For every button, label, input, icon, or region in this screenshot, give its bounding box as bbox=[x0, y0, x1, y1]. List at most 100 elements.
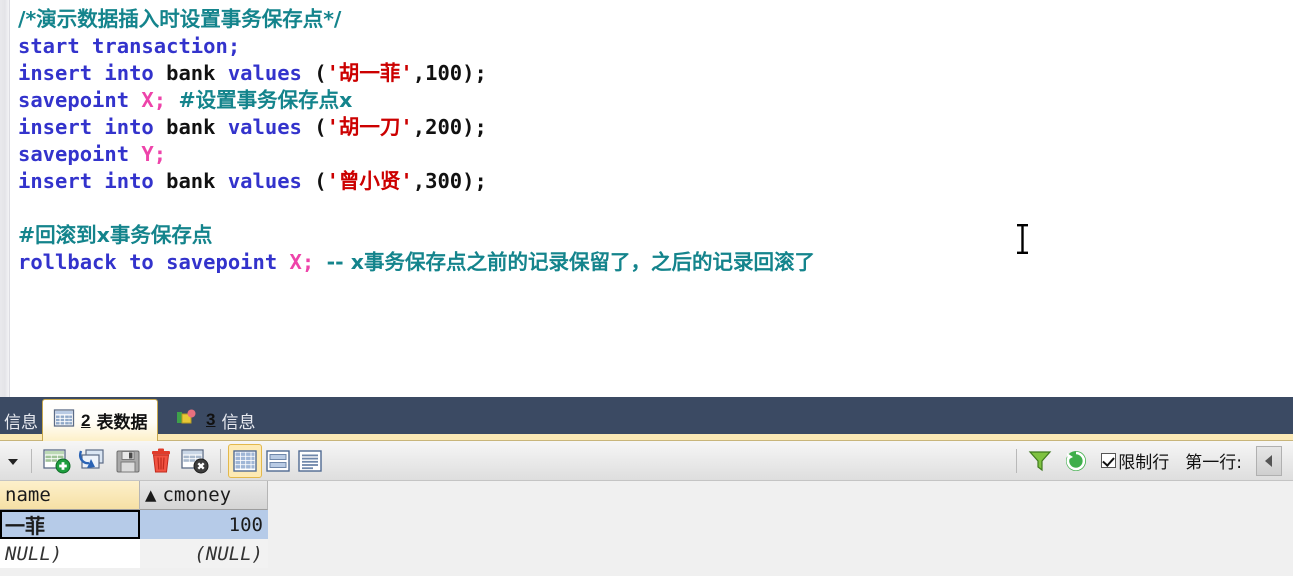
code-token: X bbox=[141, 88, 154, 112]
grid-header-row: name ▲ cmoney bbox=[0, 481, 268, 510]
tab-info-2-label: 信息 bbox=[221, 412, 256, 433]
code-token: ( bbox=[301, 61, 327, 85]
toolbar-separator-2 bbox=[220, 448, 221, 473]
form-view-icon[interactable] bbox=[262, 444, 294, 478]
table-row[interactable]: NULL) (NULL) bbox=[0, 539, 268, 568]
limit-rows-label: 限制行 bbox=[1118, 453, 1170, 473]
code-token: -- x事务保存点之前的记录保留了，之后的记录回滚了 bbox=[326, 250, 815, 274]
cell-cname[interactable]: 一菲 bbox=[0, 510, 140, 539]
tab-info-2[interactable]: 3 信息 bbox=[166, 399, 265, 441]
cell-cmoney[interactable]: (NULL) bbox=[140, 539, 268, 568]
table-row[interactable]: 一菲 100 bbox=[0, 510, 268, 539]
code-token: 胡一刀 bbox=[338, 115, 401, 139]
tab-info-1-label: 信息 bbox=[4, 412, 38, 433]
sql-editor[interactable]: /*演示数据插入时设置事务保存点*/start transaction; inse… bbox=[0, 0, 1293, 397]
code-line: #回滚到x事务保存点 bbox=[18, 222, 815, 249]
tab-table-data-number: 2 bbox=[81, 410, 91, 430]
toolbar-separator-3 bbox=[1016, 448, 1018, 473]
code-token: 胡一菲 bbox=[338, 61, 401, 85]
code-token: bank bbox=[153, 115, 228, 139]
sql-code-text[interactable]: /*演示数据插入时设置事务保存点*/start transaction; inse… bbox=[18, 6, 815, 276]
column-header-cmoney[interactable]: ▲ cmoney bbox=[140, 481, 268, 510]
code-token: ' bbox=[326, 169, 339, 193]
table-grid-icon bbox=[53, 408, 75, 433]
code-line: /*演示数据插入时设置事务保存点*/ bbox=[18, 6, 815, 33]
code-token: values bbox=[227, 169, 302, 193]
prev-row-button[interactable] bbox=[1253, 444, 1285, 478]
code-token: ; bbox=[153, 142, 167, 166]
code-token: #设置事务保存点x bbox=[178, 88, 353, 112]
code-line: insert into bank values ('曾小贤',300); bbox=[18, 168, 815, 195]
filter-funnel-icon[interactable] bbox=[1024, 444, 1056, 478]
limit-rows-checkbox-box bbox=[1101, 453, 1117, 468]
column-header-cmoney-label: cmoney bbox=[162, 484, 232, 506]
code-token: /*演示数据插入时设置事务保存点*/ bbox=[18, 7, 342, 31]
text-view-icon[interactable] bbox=[294, 444, 326, 478]
code-token: rollback to savepoint bbox=[18, 250, 290, 274]
toolbar-separator-1 bbox=[31, 448, 32, 473]
code-line: insert into bank values ('胡一刀',200); bbox=[18, 114, 815, 141]
message-icon bbox=[176, 408, 200, 433]
code-token: ' bbox=[326, 115, 339, 139]
code-token: ,100); bbox=[412, 61, 487, 85]
apply-changes-icon[interactable] bbox=[75, 444, 111, 478]
result-pane: 信息 2 表数据 3 信息 限制行 第一行: name ▲ cmoney 一菲 … bbox=[0, 397, 1293, 576]
code-token: ,200); bbox=[412, 115, 487, 139]
code-token: X bbox=[289, 250, 302, 274]
code-token: ; bbox=[153, 88, 179, 112]
tab-table-data-label: 表数据 bbox=[96, 413, 148, 433]
code-token: Y bbox=[141, 142, 154, 166]
data-grid[interactable]: name ▲ cmoney 一菲 100 NULL) (NULL) bbox=[0, 481, 268, 568]
code-line: savepoint Y; bbox=[18, 141, 815, 168]
grid-view-icon[interactable] bbox=[228, 443, 262, 478]
add-record-icon[interactable] bbox=[39, 444, 75, 478]
code-token: bank bbox=[153, 169, 228, 193]
code-token: bank bbox=[153, 61, 228, 85]
code-line: start transaction; bbox=[18, 33, 815, 60]
grid-toolbar: 限制行 第一行: bbox=[0, 441, 1293, 481]
triangle-left-icon bbox=[1256, 445, 1282, 476]
code-token: ,300); bbox=[412, 169, 487, 193]
code-line: insert into bank values ('胡一菲',100); bbox=[18, 60, 815, 87]
code-token: values bbox=[227, 115, 302, 139]
text-cursor-icon bbox=[1017, 224, 1028, 254]
code-token: savepoint bbox=[18, 142, 142, 166]
column-header-cname-label: name bbox=[5, 484, 51, 506]
limit-rows-checkbox[interactable]: 限制行 bbox=[1098, 444, 1172, 478]
tab-info-2-number: 3 bbox=[206, 410, 216, 429]
first-row-label: 第一行: bbox=[1185, 453, 1242, 473]
first-row-label-wrap: 第一行: bbox=[1182, 444, 1245, 478]
editor-gutter bbox=[0, 0, 10, 397]
code-line: rollback to savepoint X; -- x事务保存点之前的记录保… bbox=[18, 249, 815, 276]
code-token: values bbox=[227, 61, 302, 85]
code-token: ' bbox=[400, 115, 413, 139]
tab-table-data[interactable]: 2 表数据 bbox=[42, 399, 159, 441]
code-token: #回滚到x事务保存点 bbox=[18, 223, 213, 247]
code-token: ' bbox=[326, 61, 339, 85]
code-line: savepoint X; #设置事务保存点x bbox=[18, 87, 815, 114]
cell-cname[interactable]: NULL) bbox=[0, 539, 140, 568]
code-line bbox=[18, 195, 815, 222]
code-token: savepoint bbox=[18, 88, 142, 112]
code-token: insert into bbox=[18, 61, 154, 85]
app-root: /*演示数据插入时设置事务保存点*/start transaction; inse… bbox=[0, 0, 1293, 576]
result-tabstrip: 信息 2 表数据 3 信息 bbox=[0, 397, 1293, 441]
column-header-cname[interactable]: name bbox=[0, 481, 140, 510]
tab-info-1[interactable]: 信息 bbox=[0, 399, 48, 441]
chevron-down-icon[interactable] bbox=[2, 444, 24, 478]
code-token: ( bbox=[301, 115, 327, 139]
code-token: start transaction; bbox=[18, 34, 241, 58]
save-floppy-icon[interactable] bbox=[111, 444, 145, 478]
code-token: ; bbox=[301, 250, 327, 274]
delete-trash-icon[interactable] bbox=[145, 444, 177, 478]
cell-cmoney[interactable]: 100 bbox=[140, 510, 268, 539]
code-token: insert into bbox=[18, 115, 154, 139]
sort-ascending-icon: ▲ bbox=[145, 484, 157, 506]
code-token: ' bbox=[400, 61, 413, 85]
refresh-icon[interactable] bbox=[1060, 444, 1092, 478]
code-token: insert into bbox=[18, 169, 154, 193]
code-token: ( bbox=[301, 169, 327, 193]
remove-record-icon[interactable] bbox=[177, 444, 213, 478]
code-token: ' bbox=[400, 169, 413, 193]
